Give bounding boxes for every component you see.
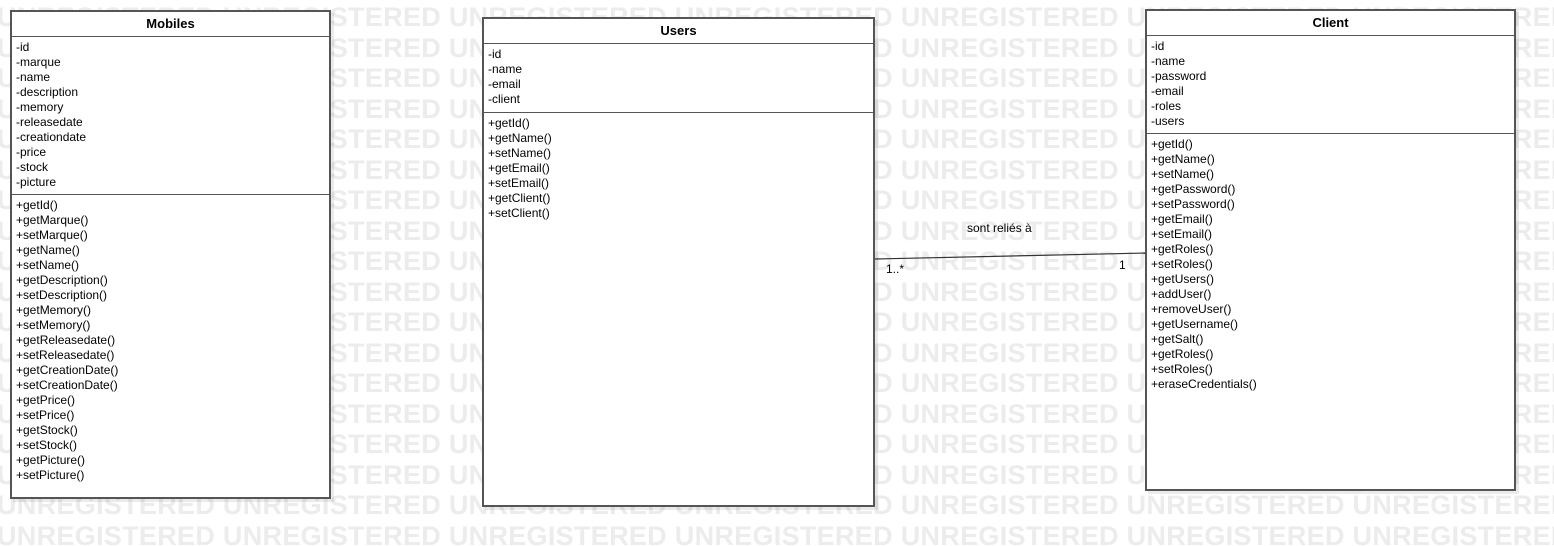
method: +setMarque() bbox=[16, 228, 88, 242]
method: +getUsername() bbox=[1151, 317, 1239, 331]
method: +getName() bbox=[1151, 152, 1215, 166]
class-mobiles[interactable]: Mobiles -id -marque -name -description -… bbox=[10, 10, 331, 499]
target-multiplicity: 1 bbox=[1119, 258, 1126, 272]
class-title: Client bbox=[1147, 11, 1514, 36]
attribute: -releasedate bbox=[16, 115, 83, 129]
attribute: -creationdate bbox=[16, 130, 87, 144]
method: +getSalt() bbox=[1151, 332, 1204, 346]
method: +getName() bbox=[488, 131, 552, 145]
method: +getPassword() bbox=[1151, 182, 1236, 196]
method: +setRoles() bbox=[1151, 257, 1213, 271]
class-users[interactable]: Users -id -name -email -client +getId() … bbox=[482, 17, 875, 507]
method: +setStock() bbox=[16, 438, 78, 452]
method: +getRoles() bbox=[1151, 347, 1214, 361]
method: +setClient() bbox=[488, 206, 550, 220]
method: +getReleasedate() bbox=[16, 333, 116, 347]
method: +getId() bbox=[16, 198, 58, 212]
class-client[interactable]: Client -id -name -password -email -roles… bbox=[1145, 9, 1516, 491]
method: +getId() bbox=[488, 116, 530, 130]
method: +eraseCredentials() bbox=[1151, 377, 1257, 391]
method: +setPassword() bbox=[1151, 197, 1235, 211]
attribute: -stock bbox=[16, 160, 49, 174]
method: +setName() bbox=[488, 146, 552, 160]
method: +setPicture() bbox=[16, 468, 85, 482]
attribute: -description bbox=[16, 85, 79, 99]
method: +setCreationDate() bbox=[16, 378, 118, 392]
methods-section: +getId() +getName() +setName() +getPassw… bbox=[1147, 134, 1514, 396]
methods-section: +getId() +getMarque() +setMarque() +getN… bbox=[12, 195, 329, 487]
method: +setPrice() bbox=[16, 408, 75, 422]
method: +setEmail() bbox=[488, 176, 550, 190]
attribute: -id bbox=[488, 47, 502, 61]
attribute: -client bbox=[488, 92, 521, 106]
method: +setReleasedate() bbox=[16, 348, 115, 362]
method: +setMemory() bbox=[16, 318, 91, 332]
method: +setName() bbox=[1151, 167, 1215, 181]
attribute: -price bbox=[16, 145, 47, 159]
method: +getDescription() bbox=[16, 273, 108, 287]
source-multiplicity: 1..* bbox=[886, 262, 905, 276]
attribute: -name bbox=[16, 70, 51, 84]
attributes-section: -id -marque -name -description -memory -… bbox=[12, 37, 329, 195]
method: +setDescription() bbox=[16, 288, 108, 302]
attribute: -password bbox=[1151, 69, 1207, 83]
methods-section: +getId() +getName() +setName() +getEmail… bbox=[484, 113, 873, 225]
association-label: sont reliés à bbox=[967, 221, 1032, 235]
method: +addUser() bbox=[1151, 287, 1212, 301]
attribute: -email bbox=[1151, 84, 1184, 98]
method: +setName() bbox=[16, 258, 80, 272]
method: +getRoles() bbox=[1151, 242, 1214, 256]
attributes-section: -id -name -password -email -roles -users bbox=[1147, 36, 1514, 134]
attribute: -id bbox=[16, 40, 30, 54]
class-title: Mobiles bbox=[12, 12, 329, 37]
attribute: -users bbox=[1151, 114, 1185, 128]
method: +removeUser() bbox=[1151, 302, 1232, 316]
method: +getPrice() bbox=[16, 393, 76, 407]
method: +getPicture() bbox=[16, 453, 86, 467]
method: +getClient() bbox=[488, 191, 551, 205]
method: +getName() bbox=[16, 243, 80, 257]
method: +getUsers() bbox=[1151, 272, 1215, 286]
attribute: -memory bbox=[16, 100, 64, 114]
attribute: -picture bbox=[16, 175, 57, 189]
class-title: Users bbox=[484, 19, 873, 44]
method: +getEmail() bbox=[488, 161, 550, 175]
method: +getCreationDate() bbox=[16, 363, 119, 377]
method: +getMarque() bbox=[16, 213, 89, 227]
method: +setEmail() bbox=[1151, 227, 1213, 241]
method: +getMemory() bbox=[16, 303, 92, 317]
attribute: -id bbox=[1151, 39, 1165, 53]
attribute: -name bbox=[488, 62, 523, 76]
attribute: -email bbox=[488, 77, 521, 91]
method: +getStock() bbox=[16, 423, 78, 437]
attribute: -roles bbox=[1151, 99, 1182, 113]
method: +getId() bbox=[1151, 137, 1193, 151]
method: +getEmail() bbox=[1151, 212, 1213, 226]
method: +setRoles() bbox=[1151, 362, 1213, 376]
attribute: -marque bbox=[16, 55, 61, 69]
attribute: -name bbox=[1151, 54, 1186, 68]
attributes-section: -id -name -email -client bbox=[484, 44, 873, 113]
